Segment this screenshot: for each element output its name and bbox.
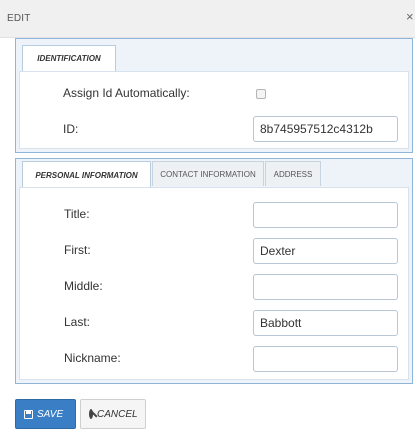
cancel-icon	[89, 409, 93, 419]
dialog-titlebar: EDIT ×	[0, 0, 415, 38]
identification-panel: IDENTIFICATION Assign Id Automatically: …	[15, 38, 413, 153]
tab-identification[interactable]: IDENTIFICATION	[22, 45, 116, 71]
first-name-input[interactable]	[253, 238, 398, 264]
id-input[interactable]	[253, 116, 398, 142]
nickname-label: Nickname:	[64, 351, 121, 365]
title-input[interactable]	[253, 202, 398, 228]
last-name-input[interactable]	[253, 310, 398, 336]
id-label: ID:	[63, 122, 79, 136]
first-name-label: First:	[64, 243, 91, 257]
assign-id-label: Assign Id Automatically:	[63, 86, 190, 100]
middle-name-label: Middle:	[64, 279, 103, 293]
identification-content: Assign Id Automatically: ID:	[19, 71, 409, 149]
middle-name-input[interactable]	[253, 274, 398, 300]
tab-contact-information[interactable]: CONTACT INFORMATION	[152, 161, 264, 186]
tab-address[interactable]: ADDRESS	[265, 161, 321, 186]
close-icon[interactable]: ×	[406, 10, 414, 23]
edit-dialog: EDIT × IDENTIFICATION Assign Id Automati…	[0, 0, 415, 441]
cancel-button[interactable]: CANCEL	[80, 399, 146, 429]
nickname-input[interactable]	[253, 346, 398, 372]
tab-personal-information[interactable]: PERSONAL INFORMATION	[22, 161, 151, 188]
save-icon	[24, 409, 33, 419]
last-name-label: Last:	[64, 315, 91, 329]
assign-id-checkbox[interactable]	[256, 89, 266, 99]
title-label: Title:	[64, 207, 90, 221]
cancel-button-label: CANCEL	[97, 408, 138, 420]
save-button[interactable]: SAVE	[15, 399, 76, 429]
dialog-title: EDIT	[7, 13, 31, 24]
save-button-label: SAVE	[37, 408, 64, 420]
personal-info-panel: PERSONAL INFORMATION CONTACT INFORMATION…	[15, 158, 413, 384]
personal-info-content: Title: First: Middle: Last: Nickname:	[19, 187, 409, 380]
